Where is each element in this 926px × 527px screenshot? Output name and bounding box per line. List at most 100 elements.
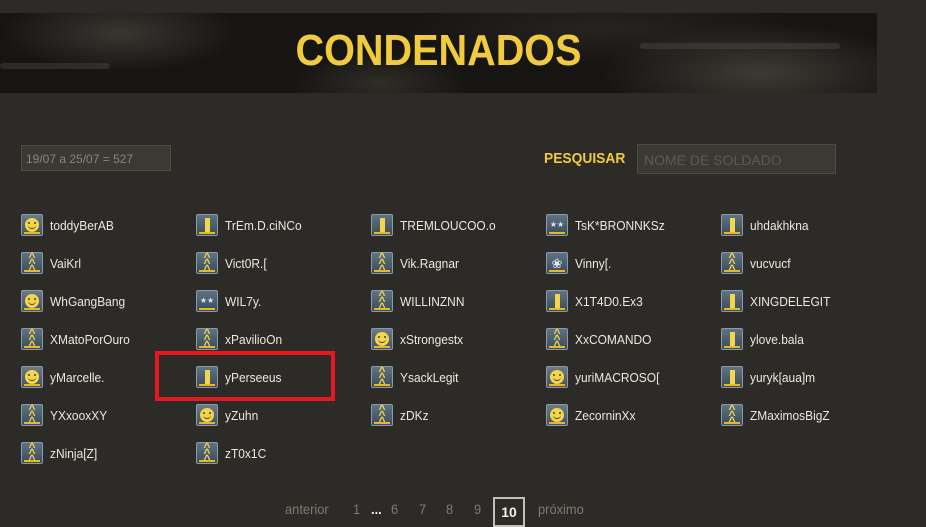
player-entry[interactable]: ^ ^ ^ vucvucf: [721, 250, 794, 276]
player-entry[interactable]: ★★ WIL7y.: [196, 288, 265, 314]
smile-icon: [196, 404, 218, 426]
chevron-icon: ^ ^ ^: [371, 251, 393, 275]
chevron-icon: ^ ^ ^: [721, 403, 743, 427]
player-entry[interactable]: ^ ^ ^ Vict0R.[: [196, 250, 270, 276]
highlight-box: [155, 351, 335, 401]
chevron-icon: ^ ^ ^: [721, 251, 743, 275]
player-entry[interactable]: ZecorninXx: [546, 402, 641, 428]
stars-icon: ★★: [546, 214, 568, 236]
search-label: PESQUISAR: [544, 150, 626, 167]
player-entry[interactable]: TrEm.D.ciNCo: [196, 212, 308, 238]
chevron-icon: ^ ^ ^: [371, 365, 393, 389]
player-name: VaiKrl: [50, 255, 82, 271]
player-entry[interactable]: ^ ^ ^ WILLINZNN: [371, 288, 470, 314]
player-entry[interactable]: ylove.bala: [721, 326, 809, 352]
player-name: TREMLOUCOO.o: [400, 217, 496, 233]
chevron-icon: ^ ^ ^: [371, 289, 393, 313]
chevron-icon: ^ ^ ^: [21, 251, 43, 275]
player-entry[interactable]: yMarcelle.: [21, 364, 109, 390]
player-entry[interactable]: WhGangBang: [21, 288, 132, 314]
player-name: yZuhn: [225, 407, 259, 423]
player-name: yuriMACROSO[: [575, 369, 660, 385]
player-name: XxCOMANDO: [575, 331, 652, 347]
smile-icon: [371, 328, 393, 350]
player-entry[interactable]: ^ ^ ^ zNinja[Z]: [21, 440, 101, 466]
player-name: yMarcelle.: [50, 369, 105, 385]
player-name: zDKz: [400, 407, 429, 423]
player-name: XMatoPorOuro: [50, 331, 130, 347]
chevron-icon: ^ ^ ^: [21, 327, 43, 351]
week-range-field[interactable]: 19/07 a 25/07 = 527: [21, 145, 171, 171]
player-name: Vinny[.: [575, 255, 612, 271]
player-name: WILLINZNN: [400, 293, 465, 309]
player-name: Vict0R.[: [225, 255, 267, 271]
player-entry[interactable]: yuryk[aua]m: [721, 364, 821, 390]
player-entry[interactable]: ^ ^ ^ Vik.Ragnar: [371, 250, 464, 276]
player-entry[interactable]: ^ ^ ^ YXxooxXY: [21, 402, 112, 428]
bar-icon: [371, 214, 393, 236]
player-name: TsK*BRONNKSz: [575, 217, 665, 233]
player-entry[interactable]: ^ ^ ^ YsackLegit: [371, 364, 464, 390]
player-name: uhdakhkna: [750, 217, 809, 233]
chevron-icon: ^ ^ ^: [21, 441, 43, 465]
player-name: yuryk[aua]m: [750, 369, 816, 385]
player-entry[interactable]: ^ ^ ^ XMatoPorOuro: [21, 326, 137, 352]
search-input[interactable]: NOME DE SOLDADO: [637, 144, 836, 174]
player-entry[interactable]: ❀ Vinny[.: [546, 250, 615, 276]
pagination-page[interactable]: 1: [353, 501, 360, 517]
pagination-page[interactable]: 9: [474, 501, 481, 517]
smile-icon: [21, 214, 43, 236]
pagination-page[interactable]: 6: [391, 501, 398, 517]
player-entry[interactable]: uhdakhkna: [721, 212, 814, 238]
player-entry[interactable]: ^ ^ ^ zDKz: [371, 402, 431, 428]
player-entry[interactable]: xStrongestx: [371, 326, 469, 352]
condemned-player-list: toddyBerAB TrEm.D.ciNCo TREMLOUCOO.o ★★ TsK*…: [21, 212, 881, 472]
player-entry[interactable]: ^ ^ ^ XxCOMANDO: [546, 326, 658, 352]
pagination-next[interactable]: próximo: [538, 501, 584, 517]
player-name: WhGangBang: [50, 293, 126, 309]
player-entry[interactable]: ^ ^ ^ zT0x1C: [196, 440, 270, 466]
pagination-current-page[interactable]: 10: [493, 497, 525, 527]
player-name: xStrongestx: [400, 331, 464, 347]
player-name: vucvucf: [750, 255, 791, 271]
player-name: WIL7y.: [225, 293, 262, 309]
page-title: CONDENADOS: [295, 25, 582, 75]
bar-icon: [196, 214, 218, 236]
smile-icon: [21, 366, 43, 388]
chevron-icon: ^ ^ ^: [546, 327, 568, 351]
player-name: TrEm.D.ciNCo: [225, 217, 302, 233]
player-name: zT0x1C: [225, 445, 267, 461]
smile-icon: [21, 290, 43, 312]
bar-icon: [721, 366, 743, 388]
pagination-page[interactable]: 8: [446, 501, 453, 517]
player-name: ylove.bala: [750, 331, 804, 347]
pagination-page[interactable]: 7: [419, 501, 426, 517]
smile-icon: [546, 404, 568, 426]
leaf-icon: ❀: [546, 252, 568, 274]
player-entry[interactable]: XINGDELEGIT: [721, 288, 837, 314]
bar-icon: [721, 328, 743, 350]
player-entry[interactable]: ^ ^ ^ VaiKrl: [21, 250, 84, 276]
player-name: Vik.Ragnar: [400, 255, 459, 271]
player-name: toddyBerAB: [50, 217, 114, 233]
stars-icon: ★★: [196, 290, 218, 312]
chevron-icon: ^ ^ ^: [196, 327, 218, 351]
player-entry[interactable]: X1T4D0.Ex3: [546, 288, 649, 314]
player-entry[interactable]: yuriMACROSO[: [546, 364, 667, 390]
player-entry[interactable]: TREMLOUCOO.o: [371, 212, 504, 238]
chevron-icon: ^ ^ ^: [21, 403, 43, 427]
player-name: ZecorninXx: [575, 407, 636, 423]
player-entry[interactable]: ^ ^ ^ ZMaximosBigZ: [721, 402, 837, 428]
player-entry[interactable]: ^ ^ ^ xPavilioOn: [196, 326, 287, 352]
player-entry[interactable]: toddyBerAB: [21, 212, 119, 238]
player-name: YXxooxXY: [50, 407, 108, 423]
pagination-prev[interactable]: anterior: [285, 501, 329, 517]
player-entry[interactable]: ★★ TsK*BRONNKSz: [546, 212, 673, 238]
bar-icon: [721, 290, 743, 312]
player-name: XINGDELEGIT: [750, 293, 831, 309]
bar-icon: [721, 214, 743, 236]
player-entry[interactable]: yZuhn: [196, 402, 261, 428]
player-name: YsackLegit: [400, 369, 459, 385]
pagination-ellipsis: ...: [371, 501, 382, 517]
bar-icon: [546, 290, 568, 312]
